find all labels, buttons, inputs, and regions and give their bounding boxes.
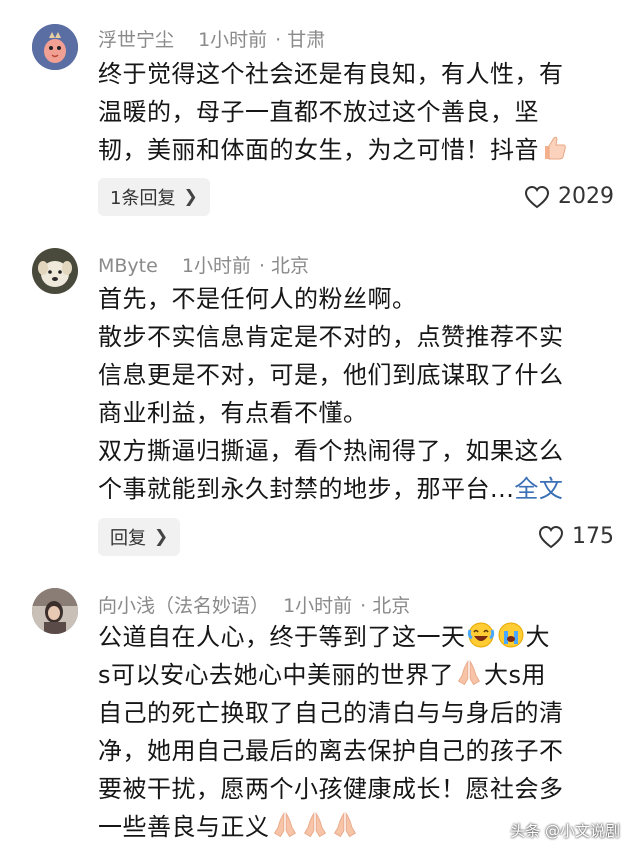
praying-hands-emoji	[300, 810, 330, 840]
username[interactable]: 向小浅（法名妙语）	[98, 595, 269, 617]
chevron-right-icon: ❯	[154, 527, 169, 547]
sobbing-emoji	[498, 622, 523, 648]
watermark: 头条 @小文说剧	[510, 822, 620, 840]
comment-time: 1小时前	[181, 255, 251, 277]
comment-location: 北京	[271, 255, 310, 277]
like-button[interactable]: 2029	[524, 184, 614, 209]
heart-outline-icon	[538, 525, 564, 548]
comment-text: 公道自在人心，终于等到了这一天大 s可以安心去她心中美丽的世界了 大s用 自己的死…	[98, 618, 618, 846]
view-replies-button[interactable]: 1条回复 ❯	[98, 178, 210, 216]
comment-text: 首先，不是任何人的粉丝啊。 散步不实信息肯定是不对的，点赞推荐不实 信息更是不对…	[98, 285, 564, 503]
like-button[interactable]: 175	[538, 524, 614, 549]
comment-location: 北京	[372, 595, 411, 617]
expand-full-text-link[interactable]: 全文	[514, 475, 563, 503]
reply-button[interactable]: 回复 ❯	[98, 518, 181, 556]
comment-meta: 向小浅（法名妙语） 1小时前 · 北京	[98, 595, 411, 617]
praying-hands-emoji	[330, 810, 360, 840]
comment-meta: 浮世宁尘 1小时前 · 甘肃	[98, 29, 326, 51]
reply-label: 1条回复	[110, 188, 176, 209]
avatar[interactable]	[32, 588, 78, 634]
like-count: 2029	[558, 184, 614, 209]
thumbs-up-emoji	[545, 136, 566, 160]
praying-hands-emoji	[270, 810, 300, 840]
praying-hands-emoji	[454, 658, 484, 688]
avatar[interactable]	[32, 24, 78, 70]
comment-meta: MByte 1小时前 · 北京	[98, 255, 310, 277]
avatar[interactable]	[32, 248, 78, 294]
comment-location: 甘肃	[287, 29, 326, 51]
chevron-right-icon: ❯	[183, 187, 198, 207]
heart-outline-icon	[524, 185, 550, 208]
like-count: 175	[572, 524, 614, 549]
comment-time: 1小时前	[198, 29, 268, 51]
reply-label: 回复	[110, 528, 146, 549]
username[interactable]: MByte	[98, 255, 158, 277]
comment-time: 1小时前	[283, 595, 353, 617]
comment-text: 终于觉得这个社会还是有良知，有人性，有 温暖的，母子一直都不放过这个善良，坚 韧…	[98, 55, 618, 169]
username[interactable]: 浮世宁尘	[98, 29, 174, 51]
laughing-crying-emoji	[467, 622, 494, 648]
